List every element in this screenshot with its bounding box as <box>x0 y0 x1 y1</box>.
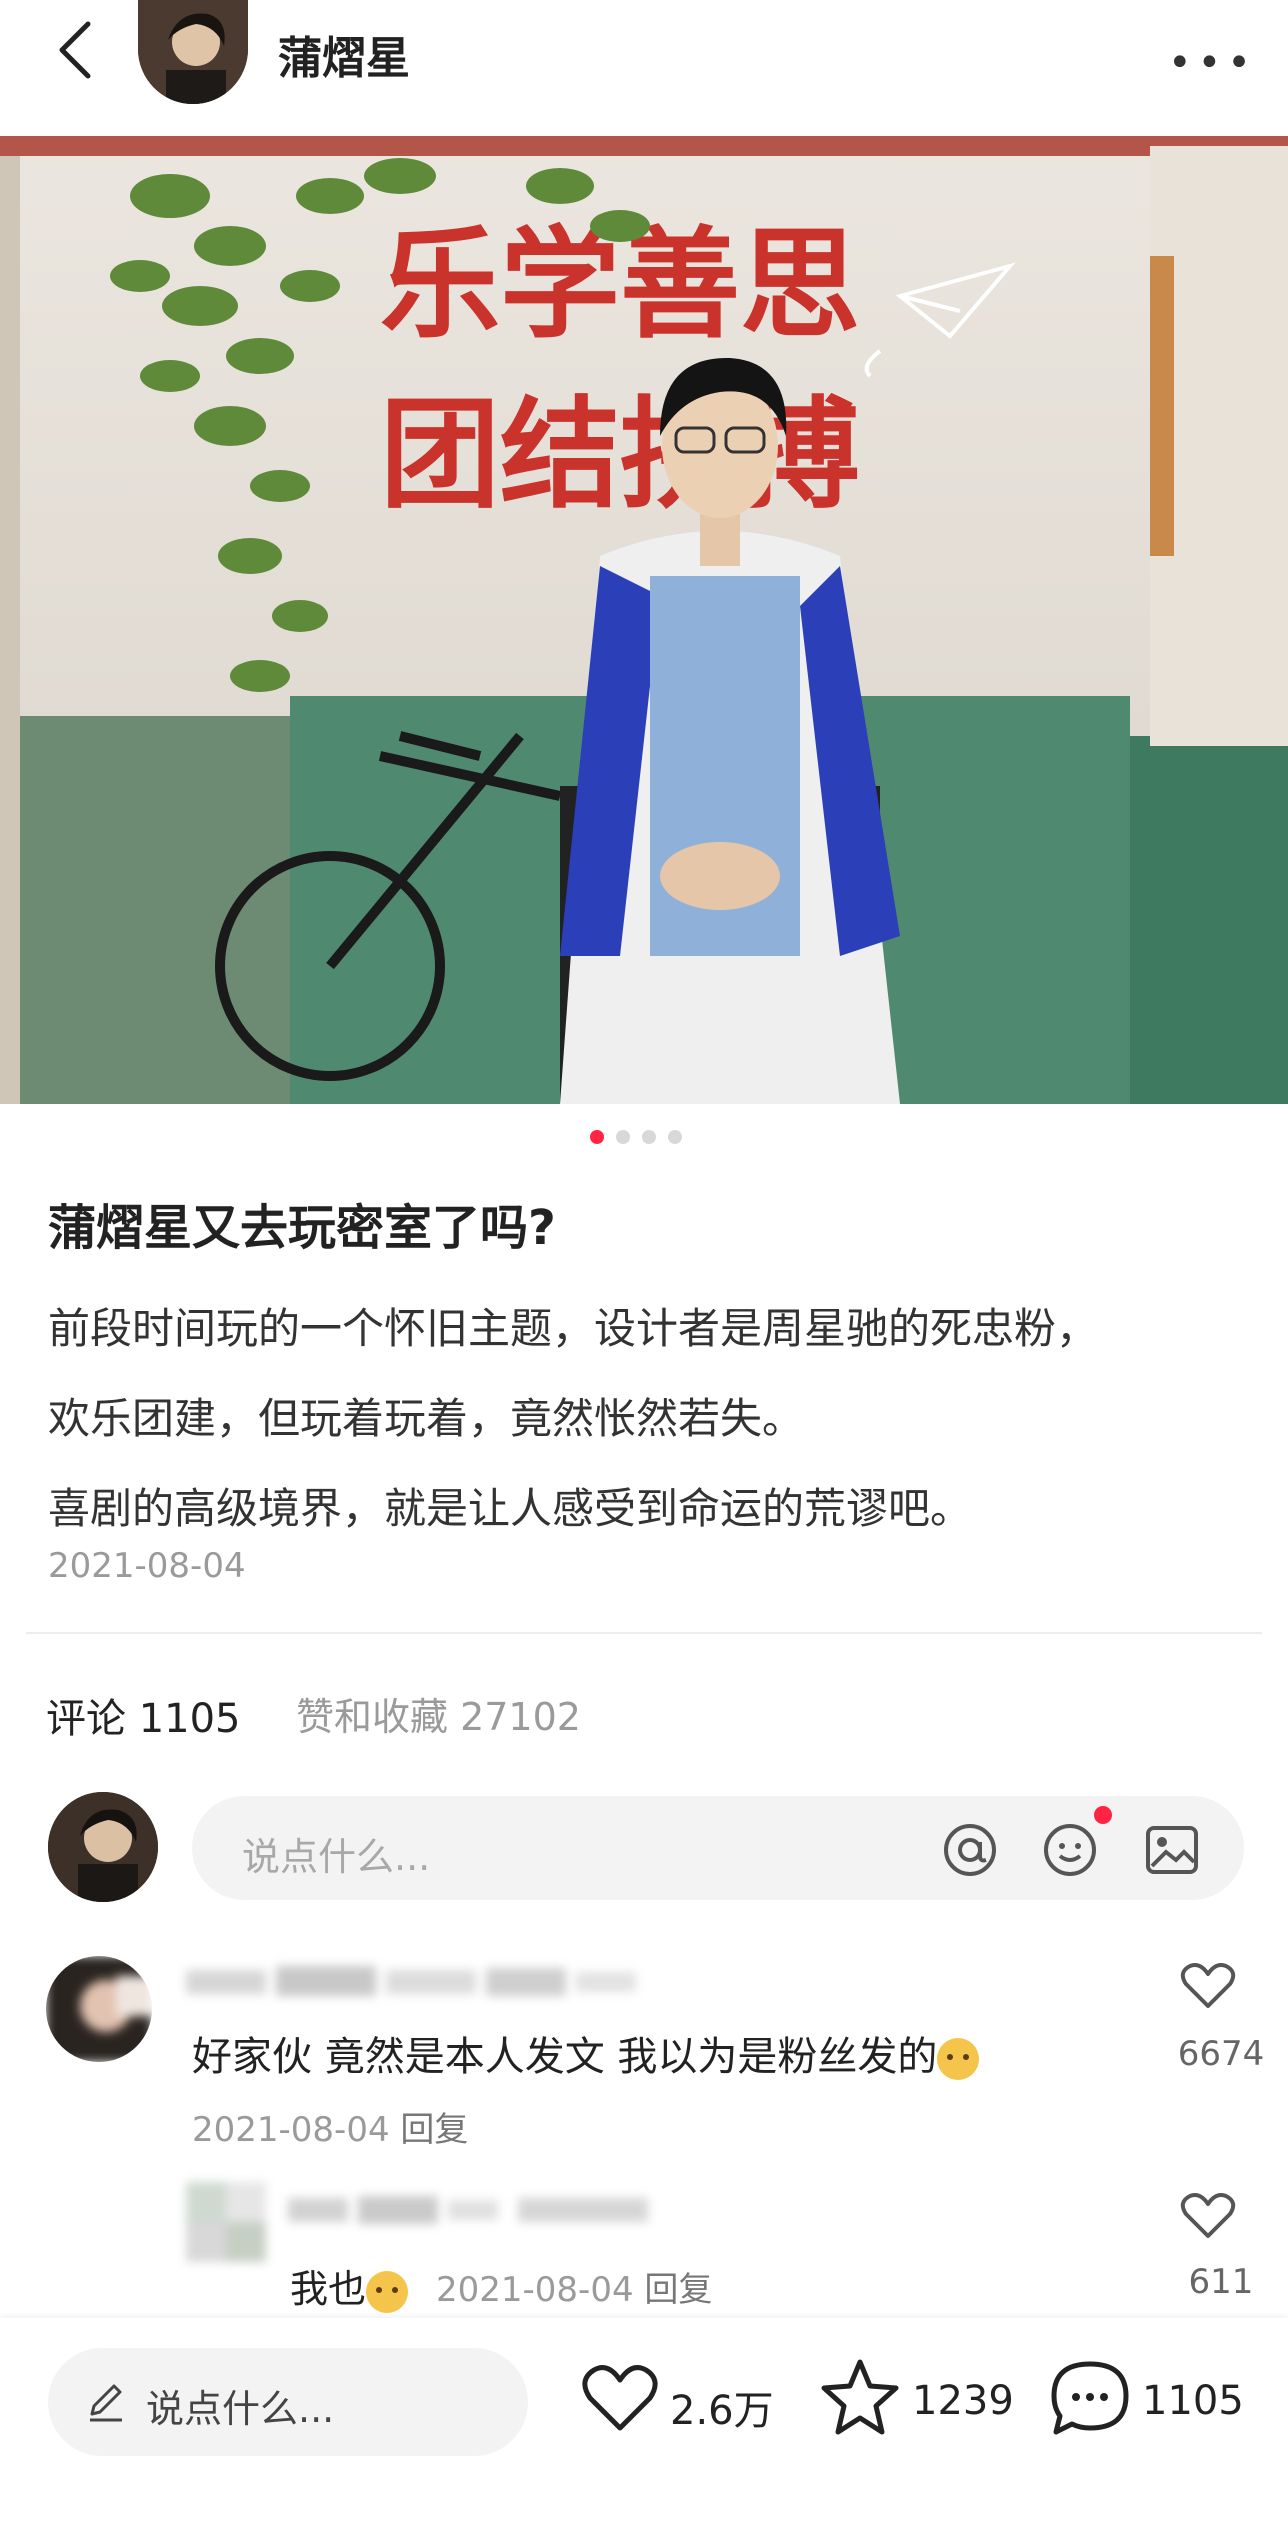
top-header: 蒲熠星 ••• <box>0 0 1288 136</box>
comment-like-heart-icon[interactable] <box>1180 1960 1236 2010</box>
wall-slogan-2: 团结拼搏 <box>380 386 860 525</box>
collect-star-icon[interactable] <box>820 2358 900 2436</box>
comments-count: 评论 1105 <box>46 1696 241 1742</box>
post-body-line: 前段时间玩的一个怀旧主题，设计者是周星驰的死忠粉， <box>48 1304 1099 1353</box>
comment-input-placeholder[interactable]: 说点什么... <box>242 1826 430 1881</box>
divider <box>26 1632 1262 1634</box>
comment-text: 好家伙 竟然是本人发文 我以为是粉丝发的 <box>192 2024 980 2082</box>
my-avatar <box>48 1792 158 1902</box>
post-title: 蒲熠星又去玩密室了吗? <box>48 1200 556 1256</box>
comment-like-count: 6674 <box>1177 2034 1265 2074</box>
at-mention-icon[interactable] <box>942 1822 998 1878</box>
reply-date: 2021-08-04 <box>436 2270 634 2310</box>
reply-reply-button[interactable]: 回复 <box>644 2270 712 2310</box>
pencil-icon <box>90 2384 122 2422</box>
image-icon[interactable] <box>1144 1822 1200 1878</box>
like-heart-icon[interactable] <box>580 2362 660 2434</box>
reply-name-blurred <box>288 2192 668 2228</box>
carousel-dot-active <box>590 1130 604 1144</box>
notification-dot <box>1094 1806 1112 1824</box>
commenter-name-blurred <box>186 1962 646 2002</box>
post-body-line: 喜剧的高级境界，就是让人感受到命运的荒谬吧。 <box>48 1484 973 1533</box>
reply-like-count: 611 <box>1188 2262 1254 2302</box>
post-date: 2021-08-04 <box>48 1546 246 1586</box>
collect-count: 1239 <box>912 2378 1014 2424</box>
comment-date: 2021-08-04 <box>192 2110 390 2150</box>
reply-button[interactable]: 回复 <box>400 2110 468 2150</box>
carousel-dot <box>668 1130 682 1144</box>
author-name[interactable]: 蒲熠星 <box>278 22 410 86</box>
emoji-sticker-icon <box>937 2038 980 2080</box>
more-options-icon[interactable]: ••• <box>1168 40 1257 86</box>
post-photo[interactable]: 乐学善思 团结拼搏 <box>0 136 1288 1104</box>
comment-meta: 2021-08-04 回复 <box>192 2102 468 2151</box>
comment-bubble-icon[interactable] <box>1050 2360 1130 2436</box>
likes-and-collects: 赞和收藏 27102 <box>296 1695 581 1739</box>
carousel-dot <box>616 1130 630 1144</box>
bottom-comment-placeholder[interactable]: 说点什么... <box>146 2378 334 2433</box>
reply-avatar[interactable] <box>186 2182 266 2262</box>
carousel-indicator <box>590 1130 700 1150</box>
comment-count: 1105 <box>1142 2378 1244 2424</box>
reply-text: 我也 <box>290 2258 409 2313</box>
commenter-avatar[interactable] <box>46 1956 152 2062</box>
emoji-sticker-icon <box>366 2270 409 2313</box>
comment-text-content: 好家伙 竟然是本人发文 我以为是粉丝发的 <box>192 2034 938 2080</box>
post-body: 前段时间玩的一个怀旧主题，设计者是周星驰的死忠粉， 欢乐团建，但玩着玩着，竟然怅… <box>48 1284 1248 1554</box>
reply-text-content: 我也 <box>290 2267 367 2311</box>
reply-meta: 2021-08-04 回复 <box>436 2262 712 2311</box>
post-body-line: 欢乐团建，但玩着玩着，竟然怅然若失。 <box>48 1394 805 1443</box>
author-avatar[interactable] <box>138 0 248 104</box>
like-count: 2.6万 <box>670 2388 774 2434</box>
back-arrow-icon[interactable] <box>48 20 108 80</box>
reply-like-heart-icon[interactable] <box>1180 2190 1236 2240</box>
carousel-dot <box>642 1130 656 1144</box>
emoji-icon[interactable] <box>1042 1822 1098 1878</box>
